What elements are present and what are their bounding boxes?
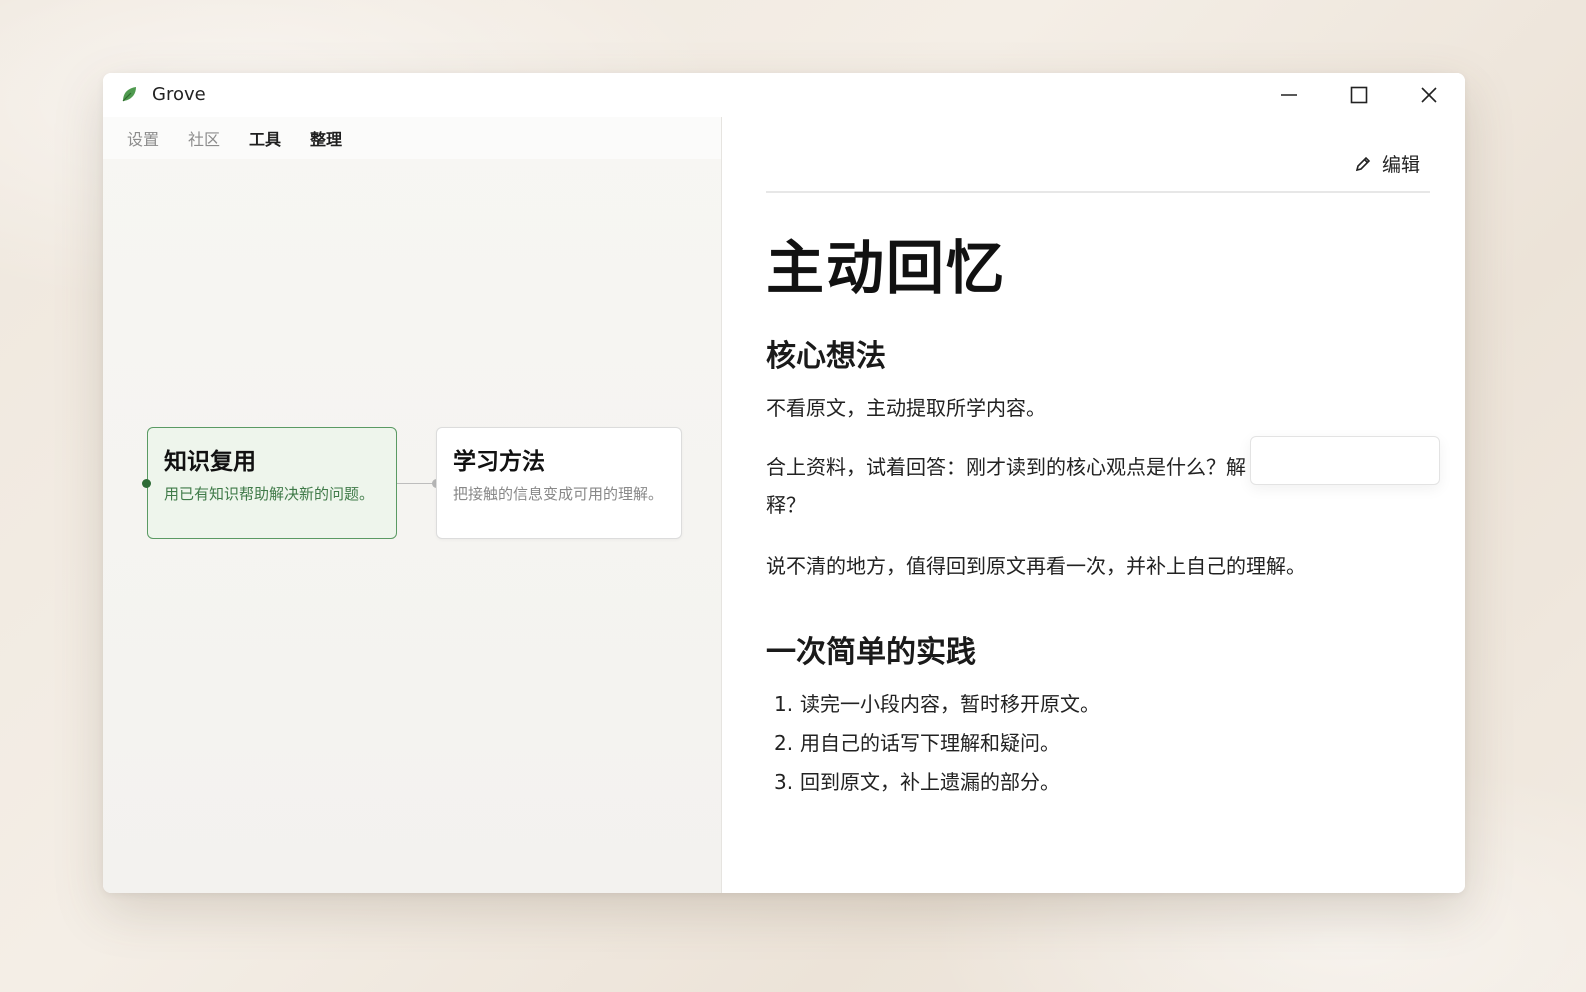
node-connector — [397, 483, 433, 484]
paragraph: 合上资料，试着回答：刚才读到的核心观点是什么？解释？ — [766, 455, 1246, 517]
connection-handle[interactable] — [142, 479, 151, 488]
section-heading: 核心想法 — [766, 339, 886, 374]
tab-bar: 设置 社区 工具 整理 — [103, 117, 721, 159]
tab-organize[interactable]: 整理 — [310, 126, 342, 150]
app-title: Grove — [152, 84, 206, 105]
node-description: 把接触的信息变成可用的理解。 — [453, 485, 664, 503]
node-title: 知识复用 — [164, 449, 256, 475]
minimize-button[interactable] — [1267, 79, 1311, 111]
mindmap-pane[interactable]: 设置 社区 工具 整理 知识复用 用已有知识帮助解决新的问题。 学习方法 把接触… — [103, 117, 722, 893]
list-number: 1. — [774, 692, 794, 716]
maximize-icon — [1350, 86, 1368, 104]
pencil-icon — [1355, 156, 1371, 171]
list-text: 回到原文，补上遗漏的部分。 — [800, 770, 1060, 794]
section-heading: 一次简单的实践 — [766, 635, 976, 670]
paragraph: 不看原文，主动提取所学内容。 — [766, 396, 1046, 420]
close-button[interactable] — [1407, 79, 1451, 111]
edit-label: 编辑 — [1382, 154, 1421, 176]
node-title: 学习方法 — [453, 449, 545, 475]
maximize-button[interactable] — [1337, 79, 1381, 111]
leaf-icon — [122, 87, 136, 102]
list-number: 3. — [774, 770, 794, 794]
mindmap-node-knowledge-reuse[interactable]: 知识复用 用已有知识帮助解决新的问题。 — [147, 427, 397, 539]
list-item: 1. 读完一小段内容，暂时移开原文。 — [774, 685, 1100, 724]
node-description: 用已有知识帮助解决新的问题。 — [164, 485, 375, 503]
paragraph: 说不清的地方，值得回到原文再看一次，并补上自己的理解。 — [766, 554, 1306, 578]
mindmap-node-learning-method[interactable]: 学习方法 把接触的信息变成可用的理解。 — [436, 427, 682, 539]
app-window: Grove 设置 社区 工具 整理 知识复用 用已有知识帮助解决新的问题。 学习… — [103, 73, 1465, 893]
inline-input-box[interactable] — [1250, 436, 1440, 485]
ordered-list: 1. 读完一小段内容，暂时移开原文。 2. 用自己的话写下理解和疑问。 3. 回… — [774, 685, 1100, 802]
list-number: 2. — [774, 731, 794, 755]
list-item: 2. 用自己的话写下理解和疑问。 — [774, 724, 1100, 763]
page-title: 主动回忆 — [766, 234, 1007, 302]
list-item: 3. 回到原文，补上遗漏的部分。 — [774, 763, 1100, 802]
divider — [766, 191, 1430, 193]
list-text: 用自己的话写下理解和疑问。 — [800, 731, 1060, 755]
edit-button[interactable]: 编辑 — [1354, 150, 1420, 177]
minimize-icon — [1281, 94, 1297, 96]
close-icon — [1421, 87, 1437, 103]
tab-community[interactable]: 社区 — [188, 126, 220, 150]
tab-settings[interactable]: 设置 — [127, 126, 159, 150]
tab-tools[interactable]: 工具 — [249, 126, 281, 150]
title-bar: Grove — [103, 73, 1465, 117]
document-pane: 编辑 主动回忆 核心想法 不看原文，主动提取所学内容。 合上资料，试着回答：刚才… — [722, 117, 1465, 893]
list-text: 读完一小段内容，暂时移开原文。 — [800, 692, 1100, 716]
